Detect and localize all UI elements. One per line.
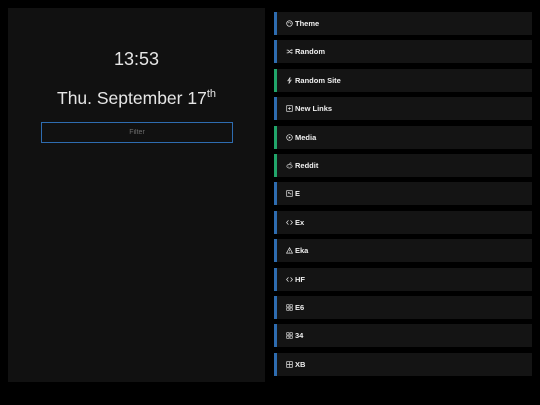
grid-icon — [285, 360, 293, 368]
shuffle-icon — [285, 48, 293, 56]
link-reddit[interactable]: Reddit — [274, 154, 532, 178]
accent-bar — [274, 267, 277, 291]
link-eka[interactable]: Eka — [274, 239, 532, 263]
link-list: Theme Random Random Site New Links Media… — [274, 12, 532, 381]
link-theme[interactable]: Theme — [274, 12, 532, 35]
link-label: E — [295, 189, 301, 199]
play-circle-icon — [285, 133, 293, 141]
link-xb[interactable]: XB — [274, 352, 532, 376]
link-label: Reddit — [295, 161, 319, 171]
accent-bar — [274, 125, 277, 149]
accent-bar — [274, 210, 277, 234]
accent-bar — [274, 154, 277, 178]
apps-icon — [285, 332, 293, 340]
link-random[interactable]: Random — [274, 40, 532, 64]
link-label: Random Site — [295, 75, 341, 85]
accent-bar — [274, 97, 277, 121]
link-label: Random — [295, 47, 325, 57]
accent-bar — [274, 182, 277, 206]
link-34[interactable]: 34 — [274, 324, 532, 348]
link-label: E6 — [295, 303, 305, 313]
bolt-icon — [285, 76, 293, 84]
link-label: XB — [295, 359, 306, 369]
apps-icon — [285, 304, 293, 312]
link-label: 34 — [295, 331, 304, 341]
link-label: Theme — [295, 19, 320, 28]
link-label: New Links — [295, 104, 333, 114]
link-random-site[interactable]: Random Site — [274, 68, 532, 92]
date-display: Thu. September 17th — [8, 86, 265, 110]
link-e6[interactable]: E6 — [274, 296, 532, 320]
grid-square-icon — [285, 190, 293, 198]
palette-icon — [285, 20, 293, 28]
date-ordinal-suffix: th — [206, 88, 216, 100]
warning-triangle-icon — [285, 247, 293, 255]
accent-bar — [274, 324, 277, 348]
link-label: Eka — [295, 246, 309, 256]
clock-panel: 13:53 Thu. September 17th — [8, 8, 265, 382]
link-hf[interactable]: HF — [274, 267, 532, 291]
link-label: Ex — [295, 217, 305, 227]
filter-input[interactable] — [41, 122, 233, 143]
clock-time: 13:53 — [113, 49, 160, 69]
accent-bar — [274, 239, 277, 263]
accent-bar — [274, 68, 277, 92]
link-media[interactable]: Media — [274, 125, 532, 149]
link-label: HF — [295, 274, 305, 284]
reddit-icon — [285, 162, 293, 170]
page: 13:53 Thu. September 17th Theme Random R… — [0, 0, 540, 405]
accent-bar — [274, 12, 277, 35]
date-text: Thu. September 17 — [57, 88, 207, 108]
link-label: Media — [295, 132, 317, 142]
plus-square-icon — [285, 105, 293, 113]
link-e[interactable]: E — [274, 182, 532, 206]
accent-bar — [274, 352, 277, 376]
link-ex[interactable]: Ex — [274, 210, 532, 234]
accent-bar — [274, 40, 277, 64]
accent-bar — [274, 296, 277, 320]
code-icon — [285, 275, 293, 283]
link-new-links[interactable]: New Links — [274, 97, 532, 121]
code-icon — [285, 218, 293, 226]
